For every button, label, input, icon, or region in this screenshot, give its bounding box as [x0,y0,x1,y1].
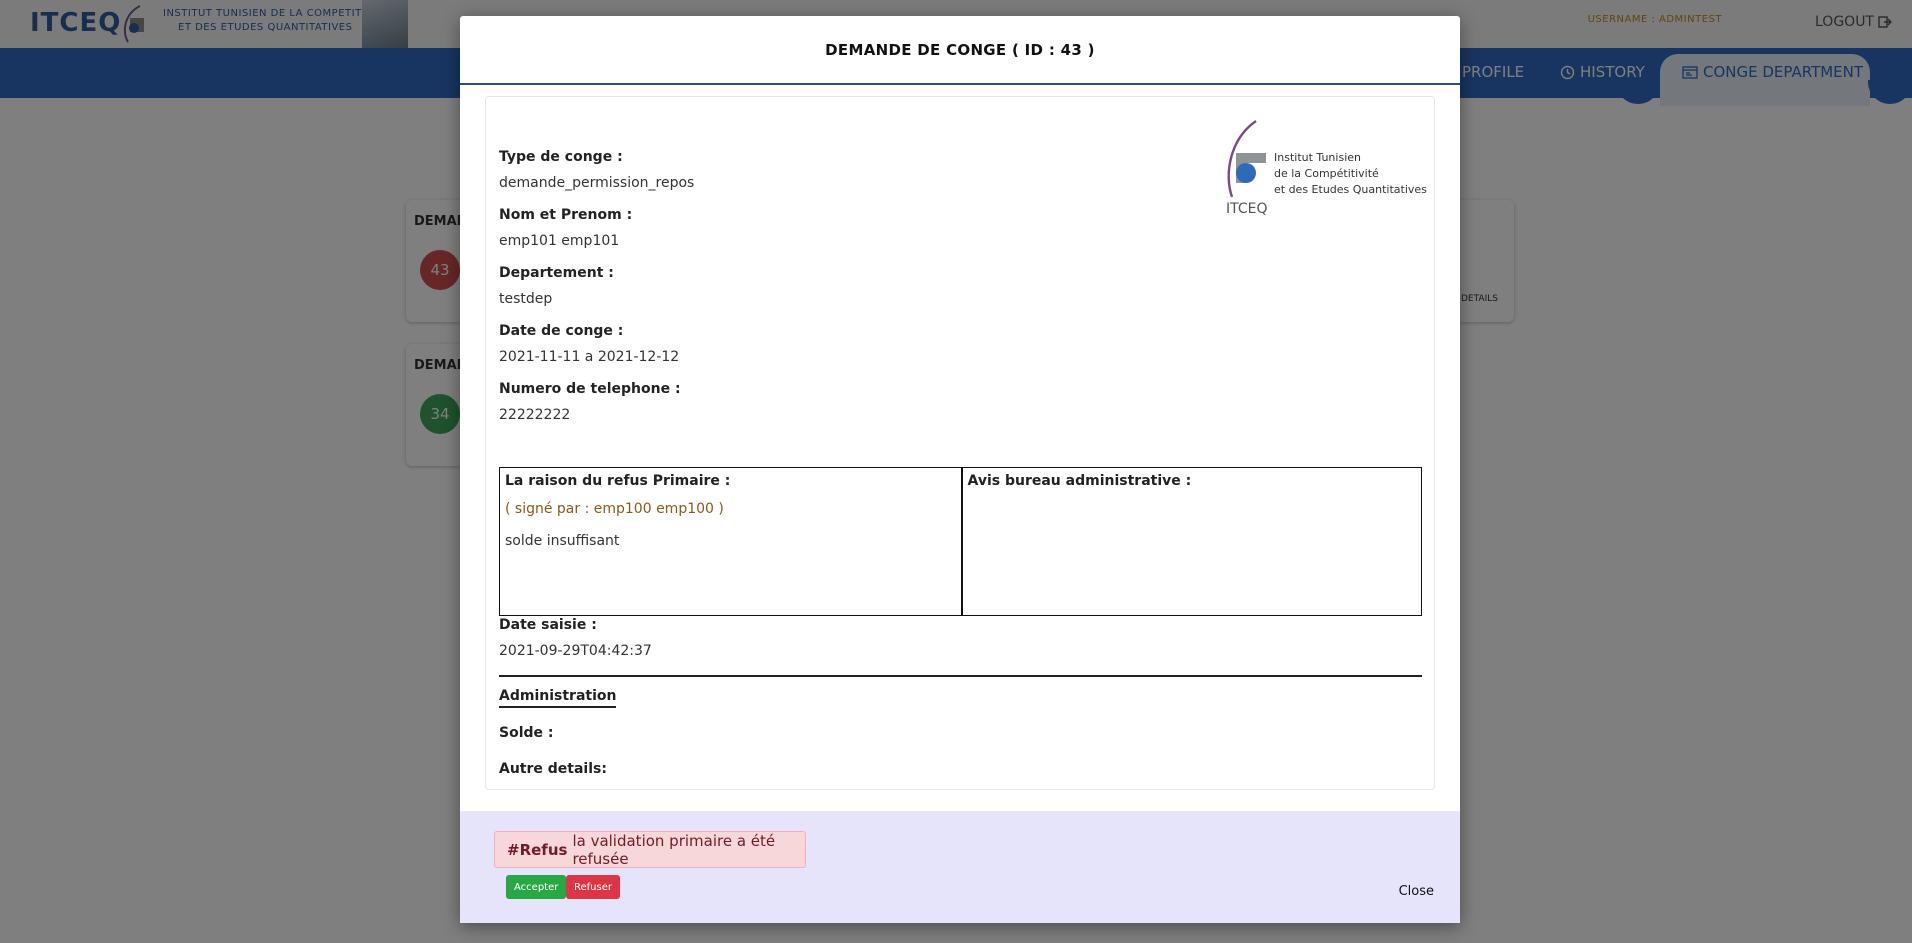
date-label: Date de conge : [499,323,624,339]
conge-request-modal: DEMANDE DE CONGE ( ID : 43 ) Institut Tu… [460,16,1460,923]
type-value: demande_permission_repos [499,175,695,191]
modal-title: DEMANDE DE CONGE ( ID : 43 ) [825,40,1095,59]
modal-header: DEMANDE DE CONGE ( ID : 43 ) [460,16,1460,85]
logo-line-3: et des Etudes Quantitatives [1274,183,1427,196]
refusal-cell: La raison du refus Primaire : ( signé pa… [500,468,961,615]
decision-table: La raison du refus Primaire : ( signé pa… [499,467,1422,616]
alert-message: la validation primaire a été refusée [572,831,776,868]
autre-details-label: Autre details: [499,761,607,777]
solde-label: Solde : [499,725,554,741]
date-value: 2021-11-11 a 2021-12-12 [499,349,680,365]
phone-label: Numero de telephone : [499,381,681,397]
refusal-label: La raison du refus Primaire : [505,473,731,489]
saisie-label: Date saisie : [499,617,597,633]
refusal-signed-by: ( signé par : emp100 emp100 ) [505,501,724,517]
refusal-alert: #Refus la validation primaire a été refu… [494,831,806,868]
refusal-reason: solde insuffisant [505,533,620,549]
modal-footer: #Refus la validation primaire a été refu… [460,811,1460,923]
alert-tag: #Refus [507,840,568,859]
type-label: Type de conge : [499,149,623,165]
bureau-label: Avis bureau administrative : [967,473,1192,489]
department-value: testdep [499,291,553,307]
administration-title: Administration [499,688,617,708]
bureau-cell: Avis bureau administrative : [960,468,1422,615]
department-label: Departement : [499,265,614,281]
itceq-logo: Institut Tunisien de la Compétitivité et… [1226,119,1427,219]
logo-line-2: de la Compétitivité [1274,167,1379,180]
saisie-value: 2021-09-29T04:42:37 [499,643,652,659]
name-value: emp101 emp101 [499,233,620,249]
close-button[interactable]: Close [1399,884,1434,899]
phone-value: 22222222 [499,407,571,423]
name-label: Nom et Prenom : [499,207,633,223]
request-document: Institut Tunisien de la Compétitivité et… [485,96,1435,790]
logo-acronym: ITCEQ [1226,201,1268,217]
accept-button[interactable]: Accepter [506,875,567,899]
itceq-logo-icon [1227,120,1266,198]
logo-line-1: Institut Tunisien [1274,151,1361,164]
refuse-button[interactable]: Refuser [566,875,620,899]
section-divider [499,675,1422,677]
